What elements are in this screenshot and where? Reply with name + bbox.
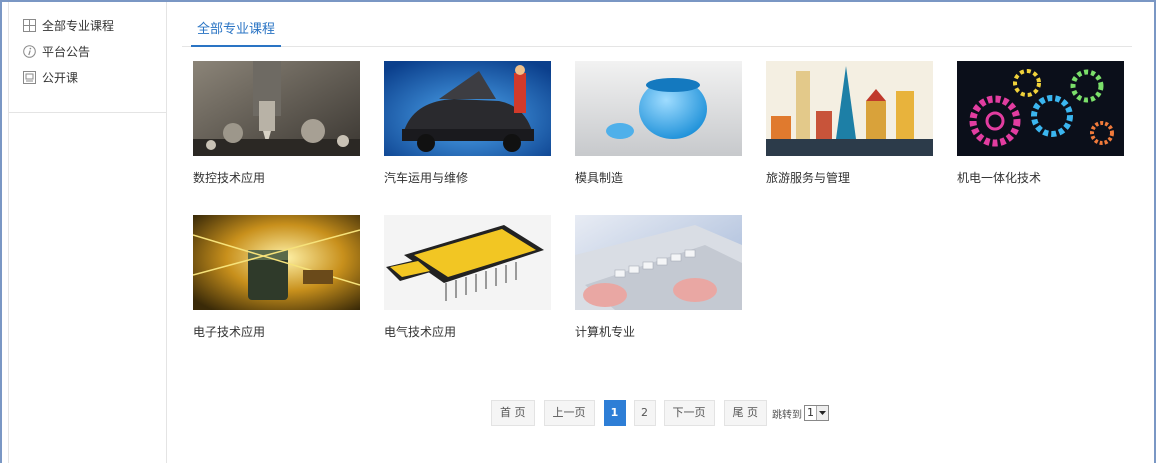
course-name[interactable]: 数控技术应用 bbox=[193, 169, 360, 186]
course-card[interactable]: 电气技术应用 bbox=[384, 215, 551, 340]
course-card[interactable]: 数控技术应用 bbox=[193, 61, 360, 186]
jump-page-value: 1 bbox=[807, 406, 814, 419]
course-name[interactable]: 电气技术应用 bbox=[384, 323, 551, 340]
tab-bar: 全部专业课程 bbox=[182, 16, 1132, 47]
sidebar-item-announcements[interactable]: 平台公告 bbox=[9, 38, 166, 64]
course-card[interactable]: 模具制造 bbox=[575, 61, 742, 186]
prev-page-button[interactable]: 上一页 bbox=[543, 400, 595, 426]
course-name[interactable]: 电子技术应用 bbox=[193, 323, 360, 340]
grid-icon bbox=[22, 18, 36, 32]
main-content: 全部专业课程 数控技术应用 汽车运用与维修 模具制造 旅游服务与管理 机电一体化… bbox=[168, 2, 1152, 463]
course-name[interactable]: 旅游服务与管理 bbox=[766, 169, 933, 186]
course-thumbnail[interactable] bbox=[384, 215, 551, 310]
screen-icon bbox=[22, 70, 36, 84]
course-thumbnail[interactable] bbox=[193, 215, 360, 310]
first-page-button[interactable]: 首 页 bbox=[491, 400, 535, 426]
course-thumbnail[interactable] bbox=[384, 61, 551, 156]
course-card[interactable]: 旅游服务与管理 bbox=[766, 61, 933, 186]
page-1-button[interactable]: 1 bbox=[603, 400, 626, 426]
course-name[interactable]: 模具制造 bbox=[575, 169, 742, 186]
course-thumbnail[interactable] bbox=[957, 61, 1124, 156]
jump-to-label: 跳转到 bbox=[772, 409, 802, 421]
course-card[interactable]: 汽车运用与维修 bbox=[384, 61, 551, 186]
page-2-button[interactable]: 2 bbox=[633, 400, 656, 426]
pagination: 首 页 上一页 1 2 下一页 尾 页 跳转到 1 bbox=[491, 400, 829, 426]
info-circle-icon bbox=[22, 44, 36, 58]
sidebar-item-label: 全部专业课程 bbox=[42, 18, 115, 33]
last-page-button[interactable]: 尾 页 bbox=[723, 400, 767, 426]
course-thumbnail[interactable] bbox=[766, 61, 933, 156]
sidebar: 全部专业课程 平台公告 公开课 bbox=[8, 2, 167, 463]
course-thumbnail[interactable] bbox=[575, 215, 742, 310]
course-name[interactable]: 汽车运用与维修 bbox=[384, 169, 551, 186]
sidebar-item-label: 平台公告 bbox=[42, 44, 91, 59]
sidebar-item-all-courses[interactable]: 全部专业课程 bbox=[9, 12, 166, 38]
course-name[interactable]: 计算机专业 bbox=[575, 323, 742, 340]
chevron-down-icon[interactable] bbox=[816, 406, 828, 420]
course-card[interactable]: 电子技术应用 bbox=[193, 215, 360, 340]
sidebar-item-open-courses[interactable]: 公开课 bbox=[9, 64, 166, 90]
course-thumbnail[interactable] bbox=[575, 61, 742, 156]
jump-page-select[interactable]: 1 bbox=[804, 405, 829, 421]
sidebar-menu: 全部专业课程 平台公告 公开课 bbox=[9, 2, 166, 113]
course-card[interactable]: 机电一体化技术 bbox=[957, 61, 1124, 186]
course-card[interactable]: 计算机专业 bbox=[575, 215, 742, 340]
course-name[interactable]: 机电一体化技术 bbox=[957, 169, 1124, 186]
tab-all-courses[interactable]: 全部专业课程 bbox=[191, 20, 282, 47]
course-thumbnail[interactable] bbox=[193, 61, 360, 156]
next-page-button[interactable]: 下一页 bbox=[663, 400, 715, 426]
sidebar-item-label: 公开课 bbox=[42, 70, 79, 85]
